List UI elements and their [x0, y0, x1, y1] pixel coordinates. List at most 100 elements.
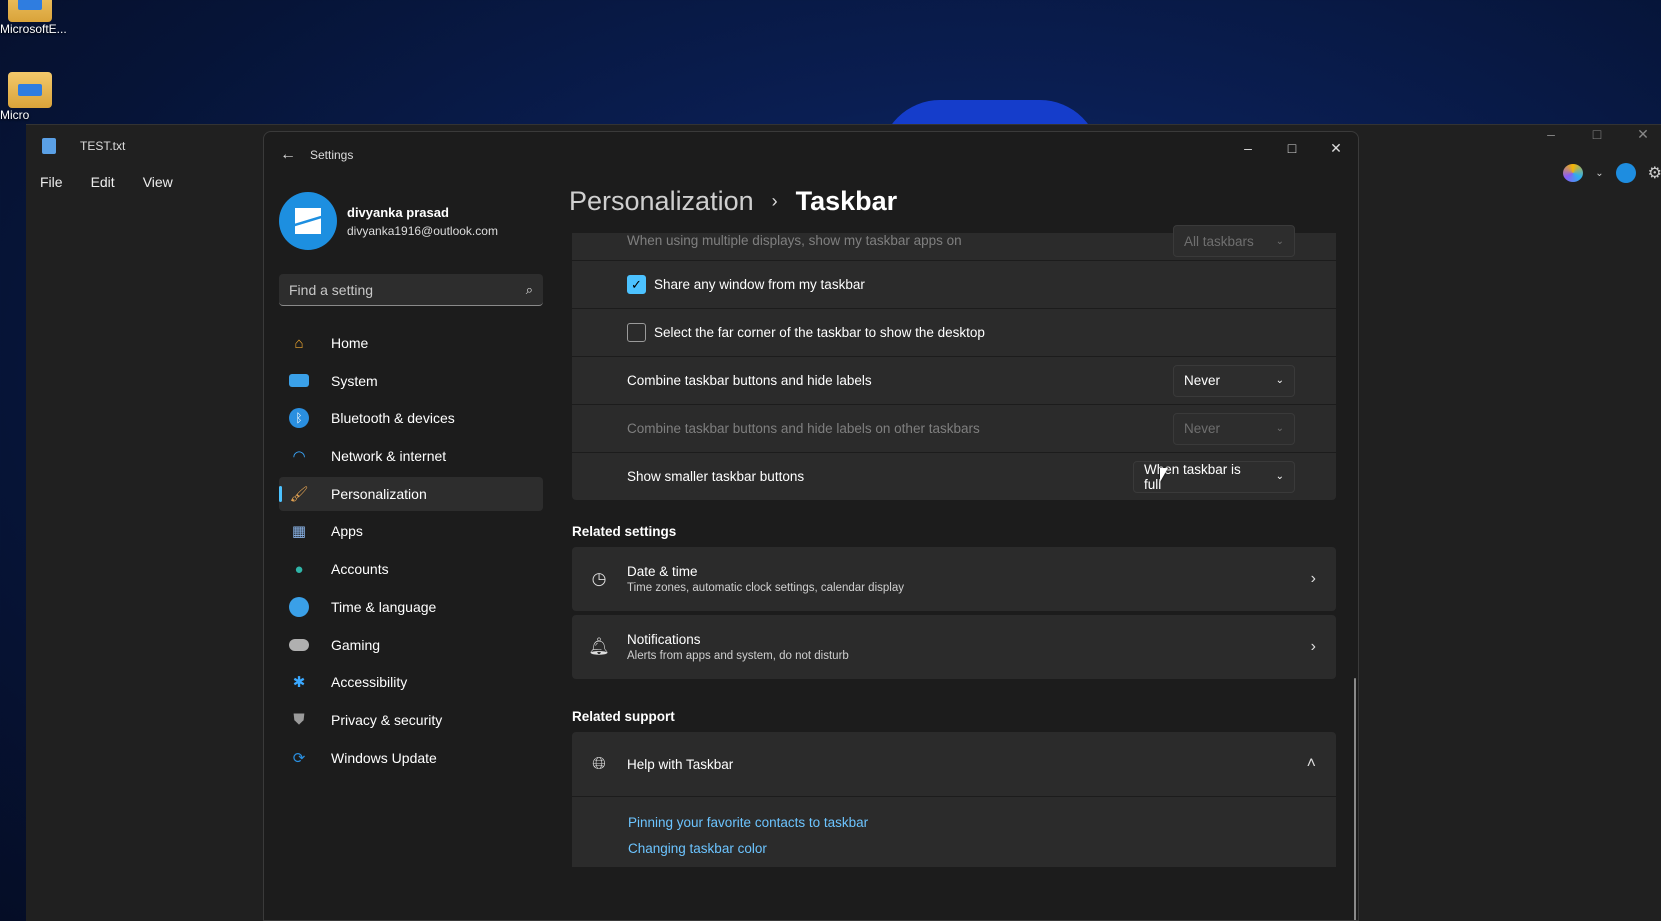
folder-icon [8, 0, 52, 22]
sidebar-item-label: Windows Update [331, 749, 437, 766]
bell-icon: 🔔︎ [588, 637, 610, 656]
smaller-buttons-dropdown[interactable]: When taskbar is full ⌄ [1133, 460, 1295, 493]
sidebar-item-personalization[interactable]: 🖌 Personalization [279, 476, 543, 511]
notepad-maximize-button[interactable]: □ [1574, 125, 1620, 167]
desktop-icon-label: MicrosoftE... [0, 22, 67, 36]
dropdown-value: Never [1184, 373, 1221, 388]
setting-label: Combine taskbar buttons and hide labels [627, 373, 872, 388]
desktop-icon-microsoft-edge-folder[interactable]: MicrosoftE... [0, 0, 80, 36]
notepad-icon [42, 138, 56, 154]
page-title: Taskbar [795, 186, 898, 216]
mouse-cursor [1160, 468, 1168, 482]
window-controls: – □ ✕ [1226, 132, 1358, 164]
sidebar-item-system[interactable]: System [279, 364, 543, 398]
help-link-color[interactable]: Changing taskbar color [628, 841, 1336, 856]
far-corner-checkbox[interactable] [627, 323, 646, 342]
search-placeholder: Find a setting [289, 281, 374, 298]
apps-icon: ▦ [291, 523, 307, 541]
setting-label: Select the far corner of the taskbar to … [654, 325, 985, 340]
help-title: Help with Taskbar [627, 756, 734, 772]
share-window-checkbox[interactable]: ✓ [627, 275, 646, 294]
maximize-button[interactable]: □ [1270, 132, 1314, 164]
globe-clock-icon [289, 596, 309, 617]
accessibility-icon: ✱ [292, 674, 306, 692]
sidebar-item-privacy[interactable]: ⛊ Privacy & security [279, 703, 543, 737]
notepad-close-button[interactable]: ✕ [1620, 125, 1661, 167]
combine-dropdown[interactable]: Never ⌄ [1173, 364, 1295, 397]
setting-row-combine-other: Combine taskbar buttons and hide labels … [572, 405, 1336, 452]
multi-display-dropdown[interactable]: All taskbars ⌄ [1173, 225, 1295, 257]
copilot-icon[interactable] [1563, 164, 1584, 182]
sidebar-item-label: Accounts [331, 561, 389, 578]
notepad-toolbar-right: ⌄ ⚙ [1563, 163, 1661, 183]
menu-edit[interactable]: Edit [91, 174, 115, 190]
account-icon[interactable] [1615, 163, 1636, 183]
sidebar-item-accounts[interactable]: ● Accounts [279, 552, 543, 586]
settings-window: ← Settings – □ ✕ divyanka prasad divyank… [263, 131, 1359, 921]
sidebar-item-apps[interactable]: ▦ Apps [279, 514, 543, 548]
main-pane: Personalization › Taskbar When using mul… [564, 178, 1358, 920]
sidebar-item-gaming[interactable]: Gaming [279, 628, 543, 662]
sidebar-item-network[interactable]: ◠ Network & internet [279, 439, 543, 473]
sidebar-item-bluetooth[interactable]: ᛒ Bluetooth & devices [279, 401, 543, 435]
dropdown-value: Never [1184, 421, 1221, 436]
notifications-link[interactable]: 🔔︎ Notifications Alerts from apps and sy… [572, 615, 1336, 679]
setting-row-combine: Combine taskbar buttons and hide labels … [572, 357, 1336, 404]
sidebar-item-accessibility[interactable]: ✱ Accessibility [279, 665, 543, 699]
setting-row-multi-display: When using multiple displays, show my ta… [572, 225, 1336, 260]
breadcrumb-parent[interactable]: Personalization [569, 186, 754, 217]
chevron-down-icon: ⌄ [1275, 375, 1284, 386]
sidebar-item-label: Home [331, 335, 369, 351]
brush-icon: 🖌 [289, 485, 309, 503]
accounts-icon: ● [294, 560, 304, 578]
date-time-link[interactable]: ◷ Date & time Time zones, automatic cloc… [572, 547, 1336, 611]
setting-label: Combine taskbar buttons and hide labels … [627, 421, 980, 436]
desktop-icon-label: Micro [0, 108, 30, 122]
sidebar-item-label: Network & internet [331, 448, 447, 465]
sidebar-item-label: Gaming [331, 636, 381, 653]
sidebar-item-label: System [331, 372, 378, 389]
minimize-button[interactable]: – [1226, 132, 1270, 164]
settings-titlebar: ← Settings – □ ✕ [264, 132, 1358, 178]
setting-label: When using multiple displays, show my ta… [627, 233, 962, 248]
back-arrow-icon[interactable]: ← [280, 146, 310, 164]
sidebar-item-windows-update[interactable]: ⟳ Windows Update [279, 741, 543, 775]
system-icon [289, 374, 309, 388]
menu-view[interactable]: View [143, 174, 173, 190]
settings-content: When using multiple displays, show my ta… [572, 225, 1336, 867]
wifi-icon: ◠ [292, 448, 306, 466]
nav-list: ⌂ Home System ᛒ Bluetooth & devices ◠ Ne… [264, 326, 564, 775]
setting-label: Share any window from my taskbar [654, 277, 865, 292]
scrollbar[interactable] [1354, 678, 1356, 920]
chevron-down-icon[interactable]: ⌄ [1595, 168, 1603, 179]
search-input[interactable]: Find a setting ⌕ [279, 274, 543, 306]
desktop-icon-folder[interactable]: Micro [0, 72, 80, 122]
bluetooth-icon: ᛒ [289, 408, 309, 429]
sidebar-item-label: Bluetooth & devices [331, 410, 455, 427]
chevron-up-icon: ˄ [1306, 755, 1316, 772]
link-subtitle: Alerts from apps and system, do not dist… [627, 650, 849, 662]
menu-file[interactable]: File [40, 174, 63, 190]
combine-other-dropdown[interactable]: Never ⌄ [1173, 412, 1295, 445]
sidebar-item-label: Time & language [331, 598, 437, 615]
link-subtitle: Time zones, automatic clock settings, ca… [627, 582, 904, 594]
sidebar-item-label: Personalization [331, 485, 427, 502]
profile-card[interactable]: divyanka prasad divyanka1916@outlook.com [264, 186, 564, 256]
notepad-minimize-button[interactable]: – [1528, 125, 1574, 167]
setting-row-share-window[interactable]: ✓ Share any window from my taskbar [572, 261, 1336, 308]
globe-icon: 🌐︎ [592, 754, 606, 773]
home-icon: ⌂ [294, 334, 304, 352]
folder-icon [8, 72, 52, 108]
related-support-heading: Related support [572, 709, 675, 724]
sidebar-item-label: Privacy & security [331, 711, 443, 728]
avatar [279, 192, 337, 250]
link-title: Notifications [627, 632, 701, 647]
help-taskbar-expander[interactable]: 🌐︎ Help with Taskbar ˄ [572, 732, 1336, 796]
close-button[interactable]: ✕ [1314, 132, 1358, 164]
help-link-pinning[interactable]: Pinning your favorite contacts to taskba… [628, 815, 1336, 830]
sidebar-item-home[interactable]: ⌂ Home [279, 326, 543, 360]
help-links: Pinning your favorite contacts to taskba… [572, 797, 1336, 867]
sidebar-item-time-language[interactable]: Time & language [279, 590, 543, 624]
setting-row-far-corner[interactable]: Select the far corner of the taskbar to … [572, 309, 1336, 356]
gear-icon[interactable]: ⚙ [1648, 163, 1661, 183]
